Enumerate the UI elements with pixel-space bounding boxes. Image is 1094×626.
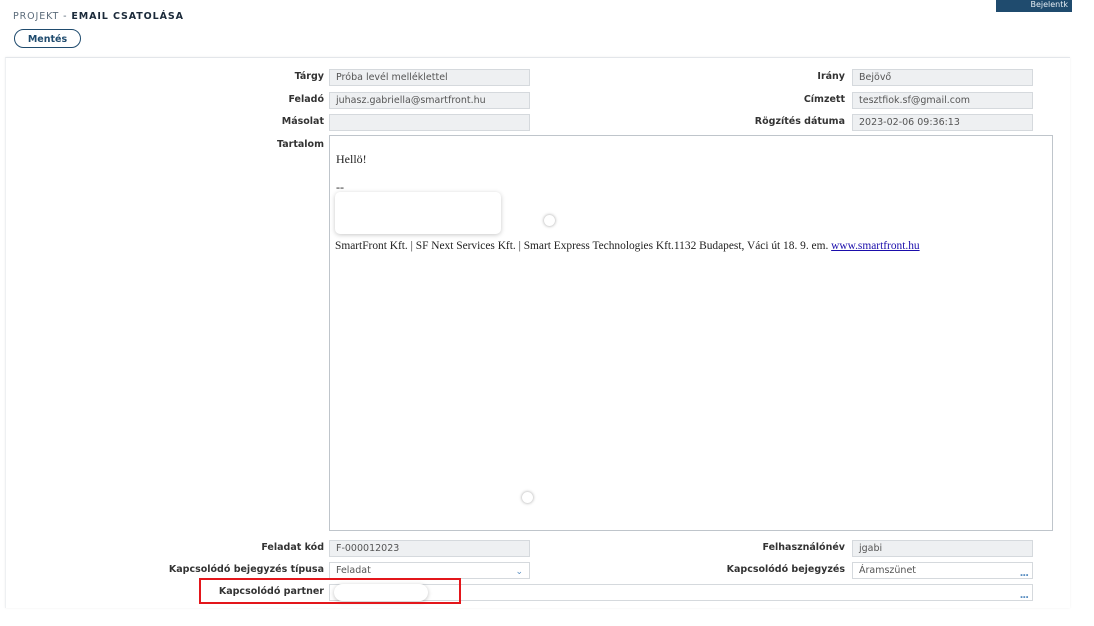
direction-label: Irány — [817, 71, 845, 82]
page-title: EMAIL CSATOLÁSA — [71, 11, 184, 22]
related-type-select[interactable]: Feladat ⌄ — [329, 562, 530, 579]
chevron-down-icon[interactable]: ⌄ — [515, 565, 523, 578]
cursor-indicator — [522, 492, 533, 503]
sender-field[interactable]: juhasz.gabriella@smartfront.hu — [329, 92, 530, 109]
signature-link[interactable]: www.smartfront.hu — [831, 240, 919, 252]
page-header: PROJEKT - EMAIL CSATOLÁSA — [13, 11, 184, 22]
content-signature: SmartFront Kft. | SF Next Services Kft. … — [335, 240, 920, 252]
copy-label: Másolat — [281, 116, 324, 127]
direction-field[interactable]: Bejövő — [852, 69, 1033, 86]
task-code-field[interactable]: F-000012023 — [329, 540, 530, 557]
content-greeting: Hellö! — [336, 152, 367, 166]
related-entry-field[interactable]: Áramszünet... — [852, 562, 1033, 579]
username-field[interactable]: jgabi — [852, 540, 1033, 557]
task-code-label: Feladat kód — [261, 542, 324, 553]
login-button[interactable]: Bejelentk — [996, 0, 1072, 12]
ellipsis-icon[interactable]: ... — [1020, 566, 1029, 578]
username-label: Felhasználónév — [762, 542, 845, 553]
save-button[interactable]: Mentés — [14, 29, 81, 48]
signature-text: SmartFront Kft. | SF Next Services Kft. … — [335, 240, 832, 252]
redaction-box — [335, 192, 501, 234]
subject-label: Tárgy — [294, 71, 324, 82]
breadcrumb: PROJEKT - — [13, 11, 72, 22]
recorded-date-label: Rögzítés dátuma — [754, 116, 845, 127]
recorded-date-field[interactable]: 2023-02-06 09:36:13 — [852, 114, 1033, 131]
subject-field[interactable]: Próba levél melléklettel — [329, 69, 530, 86]
ellipsis-icon[interactable]: ... — [1020, 588, 1029, 600]
related-entry-value: Áramszünet — [859, 565, 917, 576]
copy-field[interactable] — [329, 114, 530, 131]
related-entry-label: Kapcsolódó bejegyzés — [726, 564, 845, 575]
highlight-box — [199, 578, 461, 604]
sender-label: Feladó — [288, 94, 324, 105]
recipient-field[interactable]: tesztfiok.sf@gmail.com — [852, 92, 1033, 109]
related-type-value: Feladat — [336, 565, 371, 576]
cursor-indicator — [544, 215, 555, 226]
recipient-label: Címzett — [803, 94, 845, 105]
related-type-label: Kapcsolódó bejegyzés típusa — [168, 564, 324, 575]
content-label: Tartalom — [277, 139, 324, 150]
